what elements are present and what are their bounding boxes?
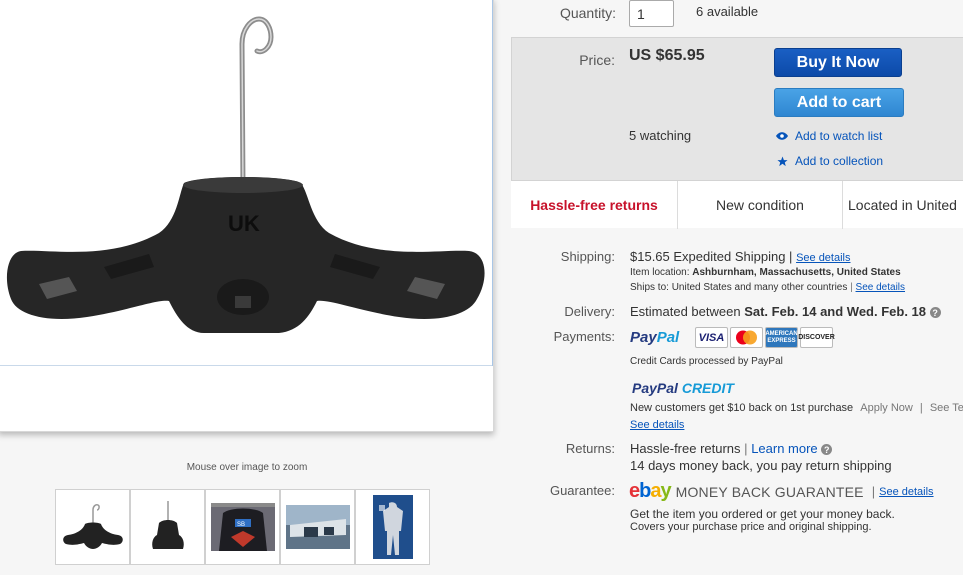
svg-text:SB: SB <box>237 522 245 528</box>
shipping-label: Shipping: <box>560 249 615 264</box>
thumbnail-3[interactable]: SB <box>205 489 280 565</box>
feature-strip: Hassle-free returns New condition Locate… <box>511 180 963 229</box>
item-location-line: Item location: Ashburnham, Massachusetts… <box>630 267 901 278</box>
paypal-credit-offer-line: New customers get $10 back on 1st purcha… <box>630 402 963 414</box>
card-logos: VISA AMERICAN EXPRESS DISCOVER <box>695 327 835 348</box>
ships-to-see-details-link[interactable]: See details <box>856 282 905 293</box>
delivery-prefix: Estimated between <box>630 304 741 319</box>
wetsuit-hanger-image[interactable]: UK <box>0 0 493 365</box>
item-location-value: Ashburnham, Massachusetts, United States <box>692 267 901 278</box>
ships-to-value: United States and many other countries <box>671 282 848 293</box>
paypal-see-details-link[interactable]: See details <box>630 419 684 431</box>
buy-it-now-button[interactable]: Buy It Now <box>774 48 902 77</box>
feature-hassle-free-returns: Hassle-free returns <box>511 181 678 229</box>
shipping-separator: | <box>789 249 793 264</box>
price-label: Price: <box>579 52 615 68</box>
add-to-collection-label: Add to collection <box>795 154 884 168</box>
brand-logo: UK <box>228 211 260 236</box>
shipping-line: $15.65 Expedited Shipping | See details <box>630 249 851 264</box>
add-to-watch-list-link[interactable]: Add to watch list <box>774 129 882 143</box>
amex-icon: AMERICAN EXPRESS <box>765 327 798 348</box>
hanger-front-thumbnail <box>151 501 184 549</box>
boat-photo-thumbnail <box>285 505 350 549</box>
jacket-photo-thumbnail: SB <box>210 503 275 551</box>
guarantee-title: MONEY BACK GUARANTEE <box>675 483 864 500</box>
wetsuit-photo-thumbnail <box>372 495 413 559</box>
zoom-hint: Mouse over image to zoom <box>186 462 308 473</box>
main-image-frame[interactable]: UK <box>0 0 494 432</box>
ships-to-line: Ships to: United States and many other c… <box>630 282 906 293</box>
star-icon <box>774 155 790 167</box>
thumbnail-4[interactable] <box>280 489 355 565</box>
image-divider <box>0 365 493 366</box>
thumbnail-2[interactable] <box>130 489 205 565</box>
guarantee-line-2: Covers your purchase price and original … <box>630 521 872 533</box>
shipping-see-details-link[interactable]: See details <box>796 252 850 264</box>
feature-location: Located in United <box>848 197 957 213</box>
price-value: US $65.95 <box>629 47 705 64</box>
guarantee-label: Guarantee: <box>549 483 615 498</box>
see-terms-link[interactable]: See Te <box>930 402 963 414</box>
returns-policy: Hassle-free returns <box>630 441 741 456</box>
ebay-logo: ebay <box>629 480 672 502</box>
shipping-method: Expedited Shipping <box>673 249 786 264</box>
quantity-label: Quantity: <box>559 5 616 21</box>
feature-new-condition: New condition <box>678 181 843 229</box>
help-icon[interactable]: ? <box>929 307 941 319</box>
money-back-guarantee: ebay MONEY BACK GUARANTEE | See details <box>629 480 934 502</box>
quantity-input[interactable] <box>629 0 674 27</box>
item-location-label: Item location: <box>630 267 690 278</box>
paypal-credit-offer: New customers get $10 back on 1st purcha… <box>630 402 854 414</box>
hanger-side-thumbnail <box>62 504 123 549</box>
quantity-available: 6 available <box>696 4 759 19</box>
discover-icon: DISCOVER <box>798 327 835 348</box>
apply-now-link[interactable]: Apply Now <box>860 402 913 414</box>
visa-icon: VISA <box>695 327 728 348</box>
add-to-cart-button[interactable]: Add to cart <box>774 88 904 117</box>
thumbnail-5[interactable] <box>355 489 430 565</box>
add-to-collection-link[interactable]: Add to collection <box>774 154 883 168</box>
help-icon[interactable]: ? <box>821 444 833 456</box>
learn-more-link[interactable]: Learn more <box>751 441 817 456</box>
delivery-estimate: Estimated between Sat. Feb. 14 and Wed. … <box>630 304 941 319</box>
shipping-cost: $15.65 <box>630 249 670 264</box>
eye-icon <box>774 132 790 140</box>
payments-label: Payments: <box>553 329 615 344</box>
ships-to-label: Ships to: <box>630 282 669 293</box>
image-hover-border <box>492 0 493 366</box>
returns-label: Returns: <box>565 441 615 456</box>
returns-detail: 14 days money back, you pay return shipp… <box>630 458 892 473</box>
credit-card-note: Credit Cards processed by PayPal <box>630 356 783 367</box>
watching-count: 5 watching <box>629 128 692 143</box>
thumbnail-1[interactable] <box>55 489 130 565</box>
mastercard-icon <box>730 327 763 348</box>
returns-line: Hassle-free returns | Learn more ? <box>630 441 833 456</box>
paypal-credit-logo: PayPal CREDIT <box>632 380 734 396</box>
guarantee-see-details-link[interactable]: See details <box>879 486 933 498</box>
thumbnail-strip: SB <box>55 489 430 565</box>
delivery-label: Delivery: <box>564 304 615 319</box>
paypal-logo: PayPal <box>630 329 680 346</box>
delivery-range: Sat. Feb. 14 and Wed. Feb. 18 <box>744 304 927 319</box>
guarantee-line-1: Get the item you ordered or get your mon… <box>630 507 895 521</box>
add-to-watch-list-label: Add to watch list <box>795 129 883 143</box>
